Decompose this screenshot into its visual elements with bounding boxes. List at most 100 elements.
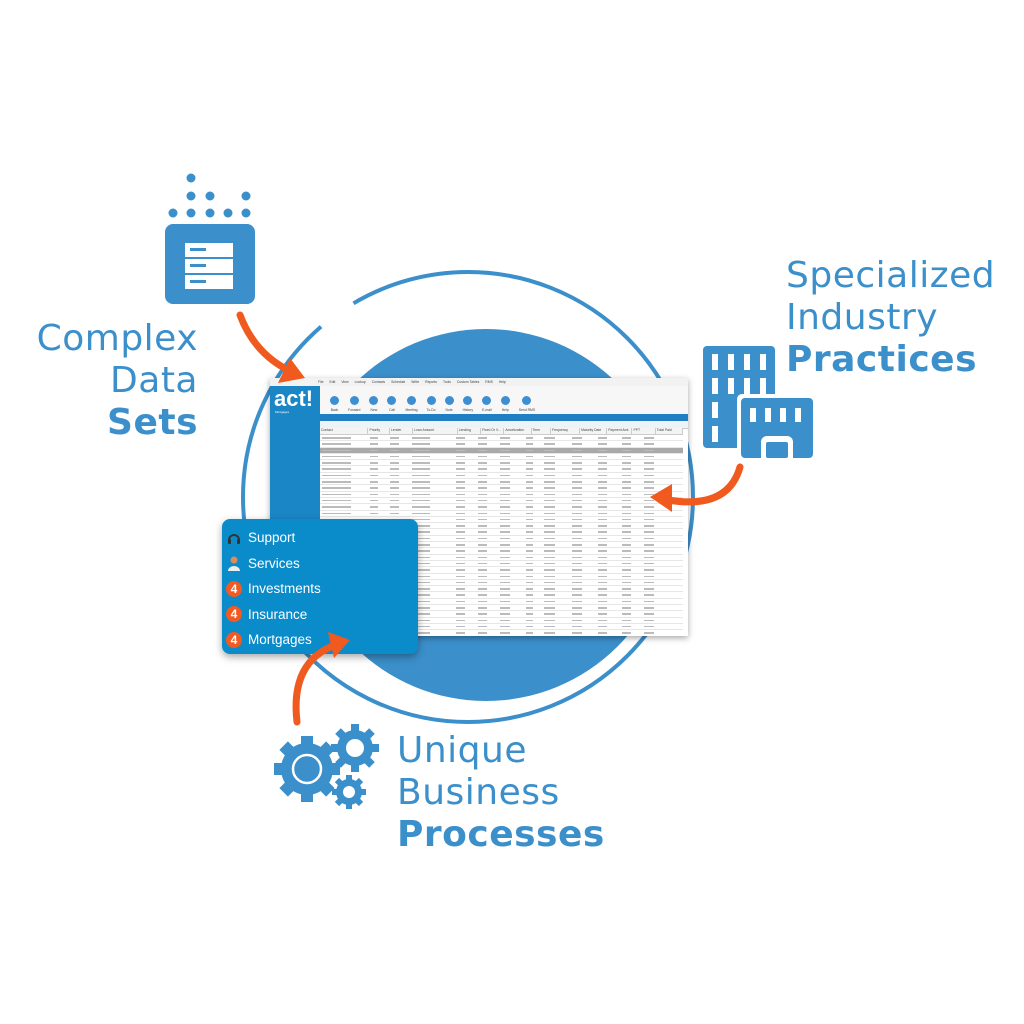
cell-placeholder <box>499 537 511 540</box>
menu-item-services[interactable]: Services <box>222 551 418 577</box>
cell-placeholder <box>543 449 556 452</box>
cell-placeholder <box>571 525 583 527</box>
toolbar-button[interactable]: E-mail <box>482 396 492 414</box>
cell-placeholder <box>525 581 534 584</box>
cell-placeholder <box>597 550 608 552</box>
toolbar-button[interactable]: Call <box>387 396 397 414</box>
menu-item[interactable]: View <box>341 380 348 384</box>
cell-placeholder <box>369 493 378 496</box>
menu-item-support[interactable]: Support <box>222 525 418 551</box>
table-header: Contact Priority Lender Loan Amount Lending F… <box>320 428 683 435</box>
cell-placeholder <box>477 499 487 502</box>
toolbar-button[interactable]: Forward <box>348 396 360 414</box>
toolbar-button[interactable]: Back <box>330 396 339 414</box>
cell-placeholder <box>499 569 511 571</box>
column-header[interactable]: Term <box>532 428 551 434</box>
toolbar-button[interactable]: Help <box>500 396 510 414</box>
cell-placeholder <box>369 506 378 508</box>
column-header[interactable]: Loan Amount <box>413 428 458 434</box>
cell-placeholder <box>369 437 378 439</box>
cell-placeholder <box>525 544 534 546</box>
cell-placeholder <box>543 613 556 615</box>
cell-placeholder <box>543 632 556 634</box>
cell-placeholder <box>525 499 534 502</box>
cell-placeholder <box>499 619 511 622</box>
menu-item[interactable]: Schedule <box>391 380 405 384</box>
cell-placeholder <box>477 518 487 521</box>
menu-item[interactable]: Custom Tables <box>457 380 479 384</box>
cell-placeholder <box>455 443 465 445</box>
cell-placeholder <box>543 544 556 546</box>
menu-item[interactable]: Reports <box>425 380 437 384</box>
four-badge: 4 <box>226 631 242 648</box>
cell-placeholder <box>597 455 608 458</box>
cell-placeholder <box>499 493 511 496</box>
menu-item-insurance[interactable]: 4 Insurance <box>222 602 418 628</box>
cell-placeholder <box>543 619 556 622</box>
cell-placeholder <box>597 462 608 464</box>
cell-placeholder <box>571 600 583 603</box>
cell-placeholder <box>389 493 399 496</box>
cell-placeholder <box>643 525 655 527</box>
menu-item[interactable]: Edit <box>329 380 335 384</box>
cell-placeholder <box>621 575 631 578</box>
cell-placeholder <box>477 468 487 470</box>
cell-placeholder <box>499 462 511 464</box>
column-header[interactable]: Maturity Date <box>580 428 608 434</box>
menu-item[interactable]: RMS <box>485 380 493 384</box>
menu-item[interactable]: Write <box>411 380 419 384</box>
toolbar-button[interactable]: History <box>463 396 473 414</box>
menu-item[interactable]: Help <box>499 380 506 384</box>
cell-placeholder <box>369 487 378 489</box>
menu-item[interactable]: File <box>318 380 323 384</box>
cell-placeholder <box>597 625 608 628</box>
toolbar-button[interactable]: New <box>369 396 379 414</box>
toolbar-label: Send RMS <box>518 408 536 412</box>
toolbar-label: Forward <box>348 408 361 412</box>
toolbar-button[interactable]: Send RMS <box>519 396 535 414</box>
menu-item[interactable]: Lookup <box>355 380 366 384</box>
cell-placeholder <box>571 581 583 584</box>
cell-placeholder <box>525 600 534 603</box>
cell-placeholder <box>455 525 465 527</box>
cell-placeholder <box>597 588 608 590</box>
column-header[interactable]: Frequency <box>551 428 581 434</box>
menu-item-investments[interactable]: 4 Investments <box>222 576 418 602</box>
cell-placeholder <box>322 512 351 515</box>
cell-placeholder <box>525 588 534 590</box>
cell-placeholder <box>499 481 511 483</box>
cell-placeholder <box>477 562 487 565</box>
column-header[interactable]: Amortization <box>504 428 532 434</box>
cell-placeholder <box>571 443 583 445</box>
column-header[interactable]: Contact <box>320 428 369 434</box>
cell-placeholder <box>455 619 465 622</box>
toolbar-label: Meeting <box>405 408 418 412</box>
cell-placeholder <box>322 481 351 483</box>
cell-placeholder <box>571 619 583 622</box>
cell-placeholder <box>597 581 608 584</box>
toolbar-button[interactable]: Meeting <box>405 396 418 414</box>
toolbar-button[interactable]: Note <box>444 396 454 414</box>
cell-placeholder <box>477 556 487 559</box>
menu-item-mortgages[interactable]: 4 Mortgages <box>222 627 418 653</box>
cell-placeholder <box>571 455 583 458</box>
column-header[interactable]: PPT <box>632 428 656 434</box>
column-header[interactable]: Priority <box>368 428 390 434</box>
column-header[interactable]: Lending <box>458 428 482 434</box>
cell-placeholder <box>543 607 556 609</box>
cell-placeholder <box>455 575 465 578</box>
cell-placeholder <box>477 506 487 508</box>
column-header[interactable]: Total Paid <box>656 428 683 434</box>
cell-placeholder <box>643 619 655 622</box>
column-header[interactable]: Payment Amt <box>607 428 633 434</box>
cell-placeholder <box>525 481 534 483</box>
menu-item[interactable]: Contacts <box>372 380 385 384</box>
toolbar-button[interactable]: To-Do <box>427 396 436 414</box>
cell-placeholder <box>621 512 631 515</box>
cell-placeholder <box>499 531 511 533</box>
menu-item[interactable]: Tools <box>443 380 451 384</box>
cell-placeholder <box>477 487 487 489</box>
column-header[interactable]: Fixed Or V... <box>481 428 505 434</box>
cell-placeholder <box>369 499 378 502</box>
column-header[interactable]: Lender <box>390 428 414 434</box>
